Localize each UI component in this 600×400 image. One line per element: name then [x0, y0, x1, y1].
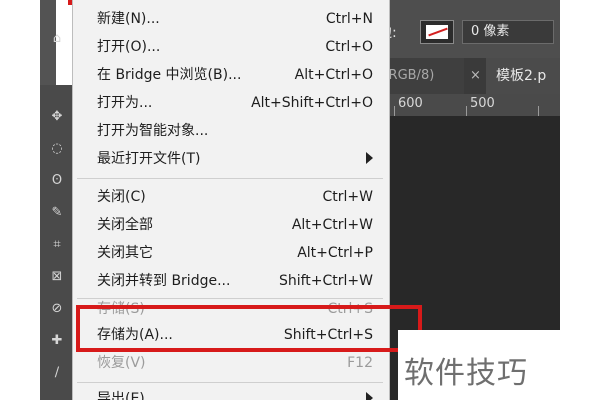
menu-item-shortcut: Ctrl+W: [322, 189, 373, 205]
menu-separator: [77, 382, 383, 383]
menu-item-browse-in-bridge[interactable]: 在 Bridge 中浏览(B)... Alt+Ctrl+O: [97, 64, 377, 86]
menu-item-label: 关闭(C): [97, 189, 146, 205]
close-tab-icon[interactable]: ×: [470, 68, 481, 83]
eyedropper-tool-icon[interactable]: ⊘: [48, 300, 66, 318]
menu-item-shortcut: Alt+Ctrl+O: [294, 67, 373, 83]
menu-item-revert[interactable]: 恢复(V) F12: [97, 352, 377, 374]
lasso-tool-icon[interactable]: ʘ: [48, 172, 66, 190]
menu-item-shortcut: F12: [347, 355, 373, 371]
home-icon[interactable]: ⌂: [48, 30, 66, 48]
menu-item-label: 打开为智能对象...: [97, 123, 209, 139]
menu-item-label: 关闭其它: [97, 245, 153, 261]
menu-item-close-all[interactable]: 关闭全部 Alt+Ctrl+W: [97, 214, 377, 236]
watermark-text: 软件技巧: [404, 356, 528, 391]
submenu-arrow-icon: [366, 152, 373, 164]
menu-item-open-as-smart-object[interactable]: 打开为智能对象...: [97, 120, 377, 142]
menu-item-label: 导出(E): [97, 391, 145, 400]
menu-item-close[interactable]: 关闭(C) Ctrl+W: [97, 186, 377, 208]
menu-item-close-others[interactable]: 关闭其它 Alt+Ctrl+P: [97, 242, 377, 264]
no-stroke-slash-icon: [428, 27, 448, 37]
left-margin: [0, 0, 40, 400]
menu-item-label: 新建(N)...: [97, 11, 160, 27]
stroke-swatch-fill: [426, 25, 448, 39]
healing-brush-tool-icon[interactable]: ✚: [48, 332, 66, 350]
right-margin: [560, 0, 600, 400]
menu-item-shortcut: Alt+Shift+Ctrl+O: [251, 95, 373, 111]
marquee-tool-icon[interactable]: ◌: [48, 140, 66, 158]
submenu-arrow-icon: [366, 392, 373, 400]
menu-item-open[interactable]: 打开(O)... Ctrl+O: [97, 36, 377, 58]
menu-item-shortcut: Ctrl+N: [325, 11, 373, 27]
menu-item-label: 最近打开文件(T): [97, 151, 201, 167]
menu-item-open-as[interactable]: 打开为... Alt+Shift+Ctrl+O: [97, 92, 377, 114]
menu-item-shortcut: Alt+Ctrl+W: [291, 217, 373, 233]
crop-tool-icon[interactable]: ⌗: [48, 236, 66, 254]
menu-item-label: 打开(O)...: [97, 39, 161, 55]
quick-select-tool-icon[interactable]: ✎: [48, 204, 66, 222]
ruler-tick-label: 500: [470, 96, 495, 111]
menu-item-label: 关闭全部: [97, 217, 153, 233]
document-tab-2[interactable]: 模板2.p: [486, 58, 560, 94]
ruler-tick: [538, 106, 539, 116]
menu-item-label: 在 Bridge 中浏览(B)...: [97, 67, 242, 83]
ruler-tick-label: 600: [398, 96, 423, 111]
menu-separator: [77, 178, 383, 179]
menu-item-label: 关闭并转到 Bridge...: [97, 273, 231, 289]
menu-item-close-and-go-to-bridge[interactable]: 关闭并转到 Bridge... Shift+Ctrl+W: [97, 270, 377, 292]
ruler-tick: [394, 106, 395, 116]
menu-item-shortcut: Alt+Ctrl+P: [297, 245, 373, 261]
menu-item-shortcut: Ctrl+O: [325, 39, 373, 55]
menu-item-label: 打开为...: [97, 95, 153, 111]
menu-item-export[interactable]: 导出(E): [97, 388, 377, 400]
menu-item-open-recent[interactable]: 最近打开文件(T): [97, 148, 377, 170]
screenshot-frame: ⌂ ✥ ◌ ʘ ✎ ⌗ ⊠ ⊘ ✚ ∕ 边: 0 像素 9, RGB/8) × …: [0, 0, 600, 400]
frame-tool-icon[interactable]: ⊠: [48, 268, 66, 286]
move-tool-icon[interactable]: ✥: [48, 108, 66, 126]
save-as-highlight-box: [76, 305, 422, 352]
stroke-width-field[interactable]: 0 像素: [462, 20, 554, 44]
menu-item-label: 恢复(V): [97, 355, 146, 371]
stroke-color-swatch[interactable]: [420, 20, 454, 44]
ruler-tick: [466, 106, 467, 116]
brush-tool-icon[interactable]: ∕: [48, 364, 66, 382]
menu-item-new[interactable]: 新建(N)... Ctrl+N: [97, 8, 377, 30]
menu-item-shortcut: Shift+Ctrl+W: [278, 273, 373, 289]
